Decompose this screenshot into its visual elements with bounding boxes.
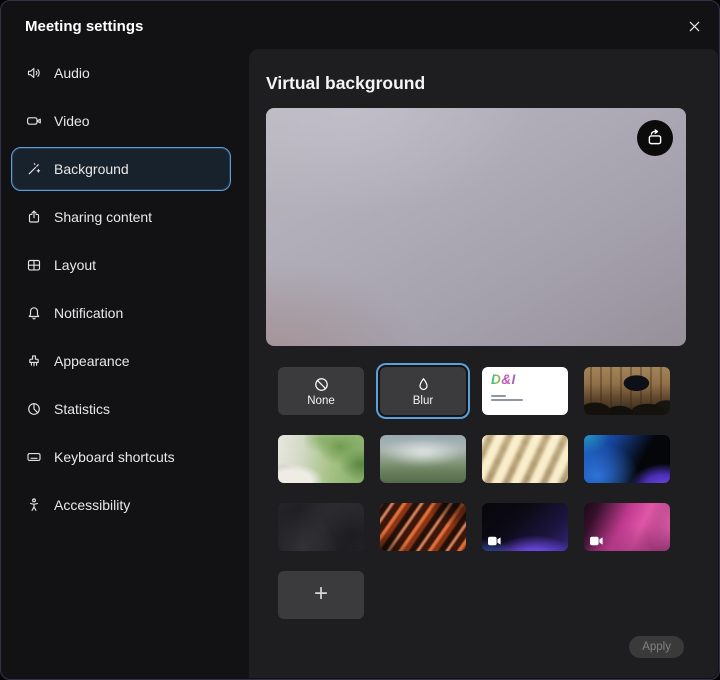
- sidebar-item-label: Appearance: [54, 353, 130, 369]
- magic-wand-icon: [26, 161, 42, 177]
- blurred-mountains-image: [380, 435, 466, 483]
- blur-drop-icon: [415, 376, 432, 393]
- background-option-blur[interactable]: Blur: [380, 367, 466, 415]
- d-and-i-logo-text: D&I: [491, 372, 516, 387]
- background-thumb-living-room[interactable]: [278, 435, 364, 483]
- background-thumb-purple-glow-video[interactable]: [482, 503, 568, 551]
- accessibility-icon: [26, 497, 42, 513]
- speaker-icon: [26, 65, 42, 81]
- sidebar-item-audio[interactable]: Audio: [11, 51, 231, 95]
- option-label: None: [307, 395, 335, 407]
- background-thumb-pink-waves-video[interactable]: [584, 503, 670, 551]
- background-thumb-abstract-blue-purple[interactable]: [584, 435, 670, 483]
- apply-button[interactable]: Apply: [629, 636, 684, 658]
- d-and-i-logo-image: D&I: [482, 367, 568, 415]
- sidebar-item-label: Audio: [54, 65, 90, 81]
- section-heading: Virtual background: [266, 73, 425, 94]
- video-camera-icon: [26, 113, 42, 129]
- background-thumb-blurred-mountains[interactable]: [380, 435, 466, 483]
- bell-icon: [26, 305, 42, 321]
- background-thumb-window-light[interactable]: [482, 435, 568, 483]
- background-option-none[interactable]: None: [278, 367, 364, 415]
- sidebar-item-label: Sharing content: [54, 209, 152, 225]
- dialog-title: Meeting settings: [25, 17, 143, 37]
- flip-camera-icon: [646, 129, 664, 147]
- background-thumb-orange-lava[interactable]: [380, 503, 466, 551]
- sidebar-item-appearance[interactable]: Appearance: [11, 339, 231, 383]
- option-label: Blur: [413, 395, 433, 407]
- sidebar-item-label: Layout: [54, 257, 96, 273]
- living-room-image: [278, 435, 364, 483]
- sidebar-item-layout[interactable]: Layout: [11, 243, 231, 287]
- video-camera-badge-icon: [590, 534, 603, 544]
- sidebar-item-video[interactable]: Video: [11, 99, 231, 143]
- sidebar-item-label: Notification: [54, 305, 123, 321]
- sidebar-item-label: Background: [54, 161, 129, 177]
- sidebar-item-sharing-content[interactable]: Sharing content: [11, 195, 231, 239]
- logo-tagline-line: [491, 399, 523, 401]
- add-background-button[interactable]: +: [278, 571, 364, 619]
- office-room-image: [584, 367, 670, 415]
- none-icon: [313, 376, 330, 393]
- sidebar-item-keyboard-shortcuts[interactable]: Keyboard shortcuts: [11, 435, 231, 479]
- virtual-background-panel: Virtual background None: [249, 49, 718, 678]
- background-thumb-office-room[interactable]: [584, 367, 670, 415]
- sidebar-item-label: Statistics: [54, 401, 110, 417]
- settings-sidebar: Audio Video Background: [1, 49, 249, 679]
- pie-chart-icon: [26, 401, 42, 417]
- dark-waves-image: [278, 503, 364, 551]
- close-button[interactable]: [683, 15, 705, 37]
- close-icon: [687, 19, 702, 34]
- orange-lava-image: [380, 503, 466, 551]
- plus-icon: +: [314, 582, 328, 606]
- sidebar-item-label: Accessibility: [54, 497, 130, 513]
- background-thumb-dark-waves[interactable]: [278, 503, 364, 551]
- background-thumb-d-and-i-logo[interactable]: D&I: [482, 367, 568, 415]
- sidebar-item-statistics[interactable]: Statistics: [11, 387, 231, 431]
- flip-camera-button[interactable]: [637, 120, 673, 156]
- video-camera-badge-icon: [488, 534, 501, 544]
- sidebar-item-accessibility[interactable]: Accessibility: [11, 483, 231, 527]
- sidebar-item-notification[interactable]: Notification: [11, 291, 231, 335]
- window-light-image: [482, 435, 568, 483]
- background-gallery: None Blur D&I: [278, 367, 670, 551]
- sidebar-item-label: Video: [54, 113, 90, 129]
- keyboard-icon: [26, 449, 42, 465]
- paint-brush-icon: [26, 353, 42, 369]
- sidebar-item-background[interactable]: Background: [11, 147, 231, 191]
- logo-tagline-line: [491, 395, 506, 397]
- share-icon: [26, 209, 42, 225]
- sidebar-item-label: Keyboard shortcuts: [54, 449, 175, 465]
- camera-preview: [266, 108, 686, 346]
- meeting-settings-dialog: Meeting settings Audio V: [0, 0, 720, 680]
- abstract-blue-purple-image: [584, 435, 670, 483]
- layout-grid-icon: [26, 257, 42, 273]
